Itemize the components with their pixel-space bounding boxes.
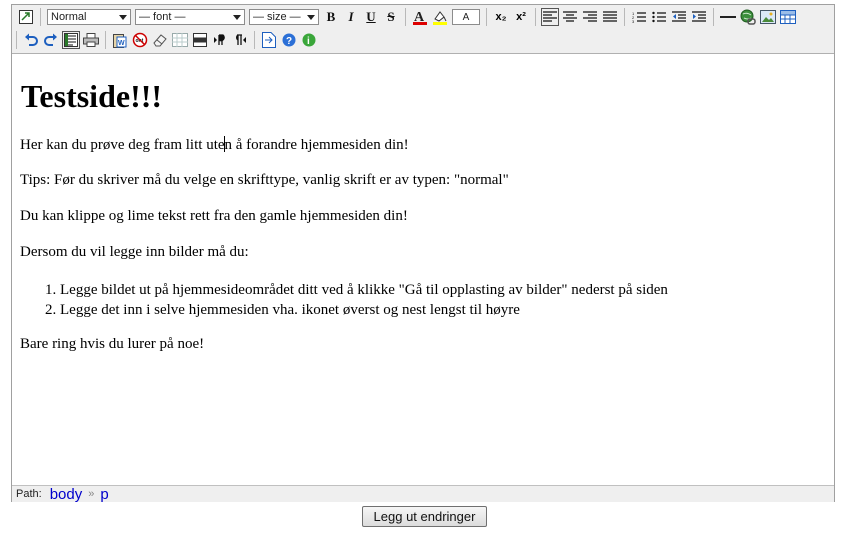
format-select[interactable]: Normal bbox=[47, 9, 131, 25]
font-select[interactable]: — font — bbox=[135, 9, 245, 25]
redo-icon[interactable] bbox=[42, 31, 60, 49]
paragraph-1-text-a: Her kan du prøve deg fram litt ute bbox=[20, 137, 225, 153]
about-icon[interactable]: i bbox=[300, 31, 318, 49]
eraser-icon[interactable] bbox=[151, 31, 169, 49]
toolbar-row-2: W ont ? i bbox=[16, 29, 319, 51]
highlight-color-icon[interactable] bbox=[431, 8, 449, 26]
insert-row-icon[interactable] bbox=[191, 31, 209, 49]
unordered-list-icon[interactable] bbox=[650, 8, 668, 26]
status-path-bar: Path: body » p bbox=[12, 485, 834, 503]
justify-right-icon[interactable] bbox=[581, 8, 599, 26]
ordered-list-icon[interactable]: 123 bbox=[630, 8, 648, 26]
toolbar-separator bbox=[486, 8, 487, 26]
subscript-button[interactable]: x₂ bbox=[492, 8, 510, 26]
toolbar-separator bbox=[105, 31, 106, 49]
outdent-icon[interactable] bbox=[670, 8, 688, 26]
size-select-value: — size — bbox=[253, 11, 301, 23]
insert-image-icon[interactable] bbox=[759, 8, 777, 26]
superscript-button[interactable]: x² bbox=[512, 8, 530, 26]
paragraph-1: Her kan du prøve deg fram litt uten å fo… bbox=[20, 136, 409, 154]
indent-icon[interactable] bbox=[690, 8, 708, 26]
ordered-list: Legge bildet ut på hjemmesideområdet dit… bbox=[20, 280, 668, 320]
toolbar-separator bbox=[254, 31, 255, 49]
bold-button[interactable]: B bbox=[322, 8, 340, 26]
fullscreen-icon[interactable] bbox=[260, 31, 278, 49]
toggle-html-source-icon[interactable] bbox=[62, 31, 80, 49]
editor-toolbar: Normal — font — — size — B I U S A A x₂ … bbox=[12, 5, 834, 54]
table-grid-icon[interactable] bbox=[171, 31, 189, 49]
paragraph-4: Dersom du vil legge inn bilder må du: bbox=[20, 244, 249, 260]
editor-content-area[interactable]: Testside!!! Her kan du prøve deg fram li… bbox=[12, 54, 834, 484]
justify-left-icon[interactable] bbox=[541, 8, 559, 26]
right-to-left-icon[interactable] bbox=[231, 31, 249, 49]
insert-table-icon[interactable] bbox=[779, 8, 797, 26]
page-heading: Testside!!! bbox=[21, 78, 163, 114]
list-item: Legge bildet ut på hjemmesideområdet dit… bbox=[60, 280, 668, 300]
clear-fonts-icon[interactable]: ont bbox=[131, 31, 149, 49]
paste-from-word-icon[interactable]: W bbox=[111, 31, 129, 49]
popup-editor-icon[interactable] bbox=[17, 8, 35, 26]
font-select-value: — font — bbox=[139, 11, 186, 23]
path-separator: » bbox=[88, 488, 95, 500]
toolbar-separator bbox=[405, 8, 406, 26]
justify-full-icon[interactable] bbox=[601, 8, 619, 26]
path-item-body[interactable]: body bbox=[50, 486, 83, 503]
chevron-down-icon bbox=[119, 14, 127, 20]
underline-button[interactable]: U bbox=[362, 8, 380, 26]
svg-text:?: ? bbox=[286, 36, 292, 47]
path-label: Path: bbox=[16, 488, 42, 500]
print-icon[interactable] bbox=[82, 31, 100, 49]
toolbar-separator bbox=[624, 8, 625, 26]
left-to-right-icon[interactable] bbox=[211, 31, 229, 49]
size-select[interactable]: — size — bbox=[249, 9, 319, 25]
format-select-value: Normal bbox=[51, 11, 87, 23]
toolbar-separator bbox=[16, 31, 17, 49]
horizontal-rule-icon[interactable] bbox=[719, 8, 737, 26]
paragraph-3: Du kan klippe og lime tekst rett fra den… bbox=[20, 208, 408, 224]
paragraph-2: Tips: Før du skriver må du velge en skri… bbox=[20, 172, 509, 188]
html-editor: Normal — font — — size — B I U S A A x₂ … bbox=[11, 4, 835, 503]
toolbar-separator bbox=[40, 8, 41, 26]
paragraph-1-text-b: n å forandre hjemmesiden din! bbox=[224, 137, 409, 153]
toolbar-separator bbox=[535, 8, 536, 26]
publish-changes-button[interactable]: Legg ut endringer bbox=[362, 506, 487, 527]
list-item: Legge det inn i selve hjemmesiden vha. i… bbox=[60, 300, 668, 320]
font-color-icon[interactable]: A bbox=[411, 8, 429, 26]
toolbar-separator bbox=[713, 8, 714, 26]
help-icon[interactable]: ? bbox=[280, 31, 298, 49]
paragraph-5: Bare ring hvis du lurer på noe! bbox=[20, 336, 205, 352]
chevron-down-icon bbox=[233, 14, 241, 20]
justify-center-icon[interactable] bbox=[561, 8, 579, 26]
create-link-icon[interactable] bbox=[739, 8, 757, 26]
strikethrough-button[interactable]: S bbox=[382, 8, 400, 26]
svg-text:i: i bbox=[307, 36, 310, 47]
textbox-button[interactable]: A bbox=[452, 9, 480, 25]
svg-text:3: 3 bbox=[632, 19, 635, 23]
chevron-down-icon bbox=[307, 14, 315, 20]
toolbar-row-1: Normal — font — — size — B I U S A A x₂ … bbox=[16, 6, 798, 28]
textbox-label: A bbox=[462, 11, 470, 23]
path-item-p[interactable]: p bbox=[100, 486, 108, 503]
italic-button[interactable]: I bbox=[342, 8, 360, 26]
undo-icon[interactable] bbox=[22, 31, 40, 49]
svg-text:W: W bbox=[118, 40, 125, 47]
